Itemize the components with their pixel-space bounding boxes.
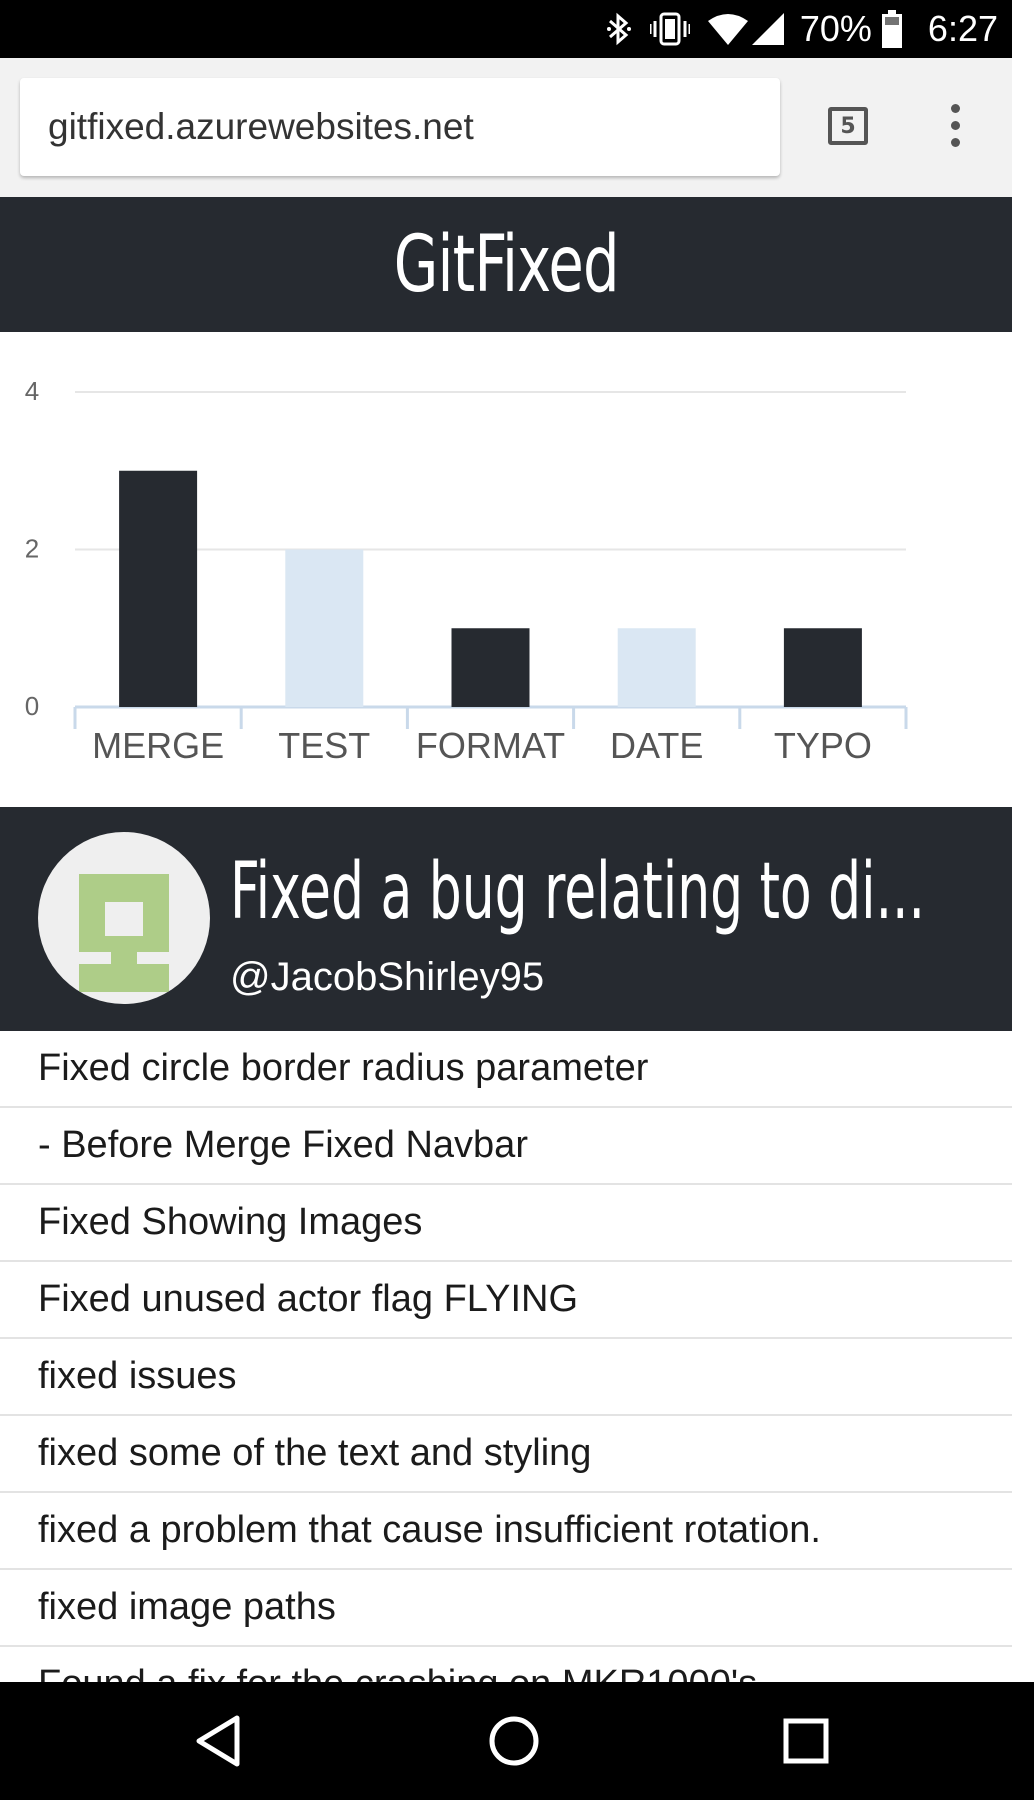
bar-typo [783,628,862,707]
list-item[interactable]: Fixed unused actor flag FLYING [0,1262,1012,1339]
bar-merge [119,470,198,707]
fix-category-chart: 0 2 4 MERGE TEST FORMAT DATE TYPO [0,332,1012,807]
back-triangle-icon[interactable] [187,1708,253,1774]
bar-format [451,628,530,707]
signal-icon [751,13,784,45]
status-bar: 70% 6:27 [0,0,1012,58]
x-tick-label: FORMAT [416,725,565,766]
commit-header: Fixed a bug relating to di... @JacobShir… [0,807,1012,1031]
list-item[interactable]: fixed some of the text and styling [0,1416,1012,1493]
list-item[interactable]: Fixed circle border radius parameter [0,1031,1012,1108]
y-tick-label: 2 [25,534,39,564]
browser-toolbar: gitfixed.azurewebsites.net 5 [0,58,1012,197]
clock: 6:27 [927,8,998,49]
tab-switcher-button[interactable]: 5 [828,107,868,145]
commit-list: Fixed circle border radius parameter - B… [0,1031,1012,1682]
wifi-icon [707,13,748,45]
vibrate-icon [649,11,690,47]
bluetooth-icon [606,11,632,47]
battery-percent: 70% [799,8,872,49]
bar-date [617,628,696,707]
commit-title[interactable]: Fixed a bug relating to di... [230,847,1014,937]
url-bar[interactable]: gitfixed.azurewebsites.net [20,78,780,176]
list-item[interactable]: - Before Merge Fixed Navbar [0,1108,1012,1185]
x-tick-label: DATE [610,725,703,766]
list-item[interactable]: fixed image paths [0,1570,1012,1647]
home-circle-icon[interactable] [481,1708,547,1774]
more-vert-icon[interactable] [946,104,964,152]
screen-edge [1012,0,1034,1800]
site-header: GitFixed [0,197,1012,332]
list-item[interactable]: Found a fix for the crashing on MKR1000'… [0,1647,1012,1682]
identicon-avatar [79,874,169,992]
list-item[interactable]: fixed a problem that cause insufficient … [0,1493,1012,1570]
recents-square-icon[interactable] [773,1708,839,1774]
battery-icon [881,10,902,48]
list-item[interactable]: Fixed Showing Images [0,1185,1012,1262]
system-nav-bar [0,1682,1034,1800]
y-tick-label: 4 [25,376,39,406]
avatar[interactable] [38,832,210,1004]
y-tick-label: 0 [25,691,39,721]
bar-test [285,549,364,707]
commit-username[interactable]: @JacobShirley95 [230,955,544,1000]
x-tick-label: MERGE [92,725,224,766]
status-icons: 70% 6:27 [588,0,998,58]
bar-chart: 0 2 4 MERGE TEST FORMAT DATE TYPO [25,376,908,766]
list-item[interactable]: fixed issues [0,1339,1012,1416]
x-tick-label: TYPO [774,725,872,766]
site-title[interactable]: GitFixed [393,220,619,310]
x-tick-label: TEST [278,725,370,766]
url-text[interactable]: gitfixed.azurewebsites.net [48,106,474,148]
